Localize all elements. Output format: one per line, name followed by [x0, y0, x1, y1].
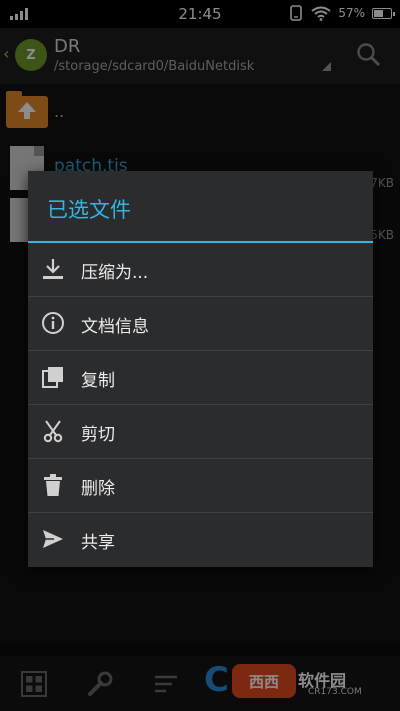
- menu-item-label: 剪切: [81, 425, 115, 445]
- menu-item-label: 复制: [81, 371, 115, 391]
- menu-item-file-info[interactable]: 文档信息: [28, 297, 373, 351]
- menu-item-label: 压缩为...: [81, 263, 149, 283]
- info-icon: [42, 312, 64, 334]
- dialog-title: 已选文件: [47, 198, 131, 222]
- download-icon: [43, 259, 63, 279]
- selected-files-dialog: 已选文件 压缩为... 文档信息 复制 剪切 删除 共享: [28, 171, 373, 567]
- menu-item-label: 删除: [81, 479, 115, 499]
- menu-item-compress[interactable]: 压缩为...: [28, 243, 373, 297]
- copy-icon: [42, 367, 63, 388]
- scissors-icon: [43, 420, 63, 443]
- menu-item-delete[interactable]: 删除: [28, 459, 373, 513]
- menu-item-cut[interactable]: 剪切: [28, 405, 373, 459]
- menu-item-share[interactable]: 共享: [28, 513, 373, 567]
- menu-item-copy[interactable]: 复制: [28, 351, 373, 405]
- trash-icon: [44, 474, 62, 496]
- menu-item-label: 文档信息: [81, 317, 149, 337]
- send-icon: [43, 530, 63, 548]
- menu-item-label: 共享: [81, 533, 115, 553]
